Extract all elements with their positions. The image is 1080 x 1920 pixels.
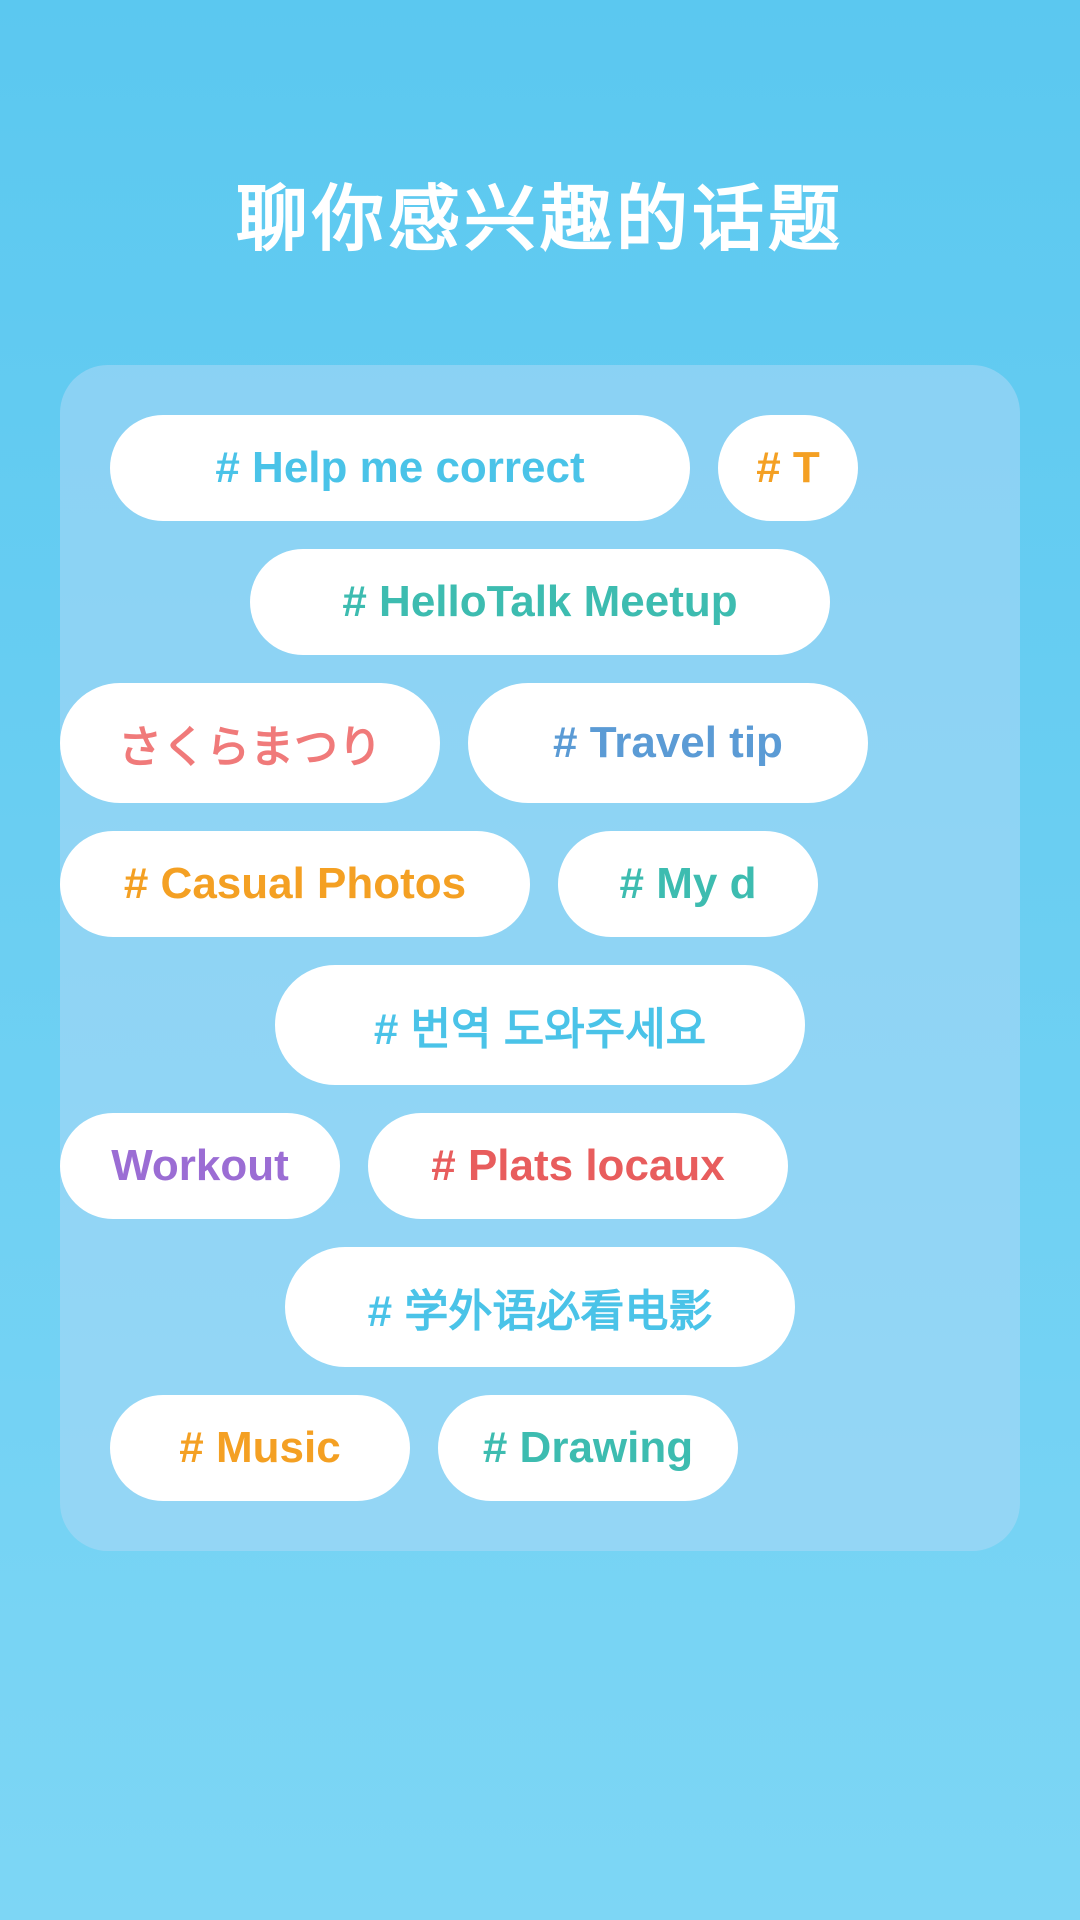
tag-sakura-matsuri[interactable]: さくらまつり [60, 683, 440, 803]
topics-row-5: # 번역 도와주세요 [110, 965, 970, 1085]
topics-row-1: # Help me correct # T [110, 415, 970, 521]
page-background: 聊你感兴趣的话题 # Help me correct # T # HelloTa… [0, 0, 1080, 1920]
tag-partial-1[interactable]: # T [718, 415, 858, 521]
tag-korean-translation[interactable]: # 번역 도와주세요 [275, 965, 805, 1085]
tag-travel-tip[interactable]: # Travel tip [468, 683, 868, 803]
tag-music[interactable]: # Music [110, 1395, 410, 1501]
page-title: 聊你感兴趣的话题 [176, 160, 904, 265]
tag-drawing[interactable]: # Drawing [438, 1395, 738, 1501]
tag-my-d[interactable]: # My d [558, 831, 818, 937]
topics-row-3: さくらまつり # Travel tip [60, 683, 920, 803]
topics-card: # Help me correct # T # HelloTalk Meetup… [60, 365, 1020, 1551]
tag-casual-photos[interactable]: # Casual Photos [60, 831, 530, 937]
topics-row-4: # Casual Photos # My d [60, 831, 920, 937]
topics-row-7: # 学外语必看电影 [110, 1247, 970, 1367]
tag-workout[interactable]: Workout [60, 1113, 340, 1219]
topics-row-8: # Music # Drawing [110, 1395, 970, 1501]
tag-help-me-correct[interactable]: # Help me correct [110, 415, 690, 521]
topics-row-6: Workout # Plats locaux [60, 1113, 920, 1219]
topics-row-2: # HelloTalk Meetup [110, 549, 970, 655]
tag-plats-locaux[interactable]: # Plats locaux [368, 1113, 788, 1219]
tag-hellotalk-meetup[interactable]: # HelloTalk Meetup [250, 549, 830, 655]
tag-movie-language[interactable]: # 学外语必看电影 [285, 1247, 795, 1367]
